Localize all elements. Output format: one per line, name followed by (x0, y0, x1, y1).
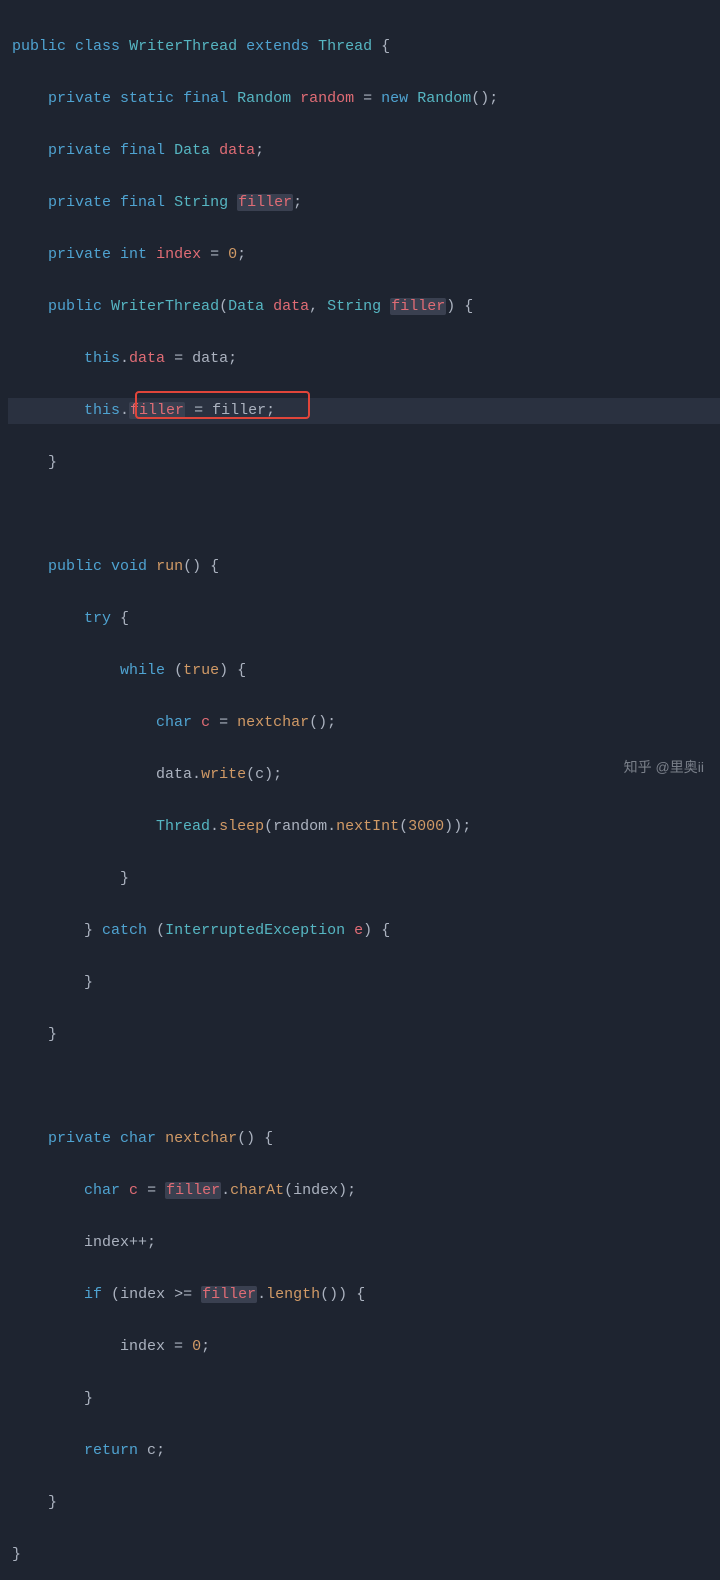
code-line (8, 1074, 720, 1100)
code-line: private int index = 0; (8, 242, 720, 268)
code-line: } (8, 866, 720, 892)
code-line: public class WriterThread extends Thread… (8, 34, 720, 60)
code-line: public WriterThread(Data data, String fi… (8, 294, 720, 320)
code-line: public void run() { (8, 554, 720, 580)
code-line: } (8, 1490, 720, 1516)
code-line: index = 0; (8, 1334, 720, 1360)
code-line (8, 502, 720, 528)
code-line: } (8, 1022, 720, 1048)
code-line: } (8, 1542, 720, 1568)
code-line: index++; (8, 1230, 720, 1256)
code-line: while (true) { (8, 658, 720, 684)
code-line: char c = filler.charAt(index); (8, 1178, 720, 1204)
code-line: private final String filler; (8, 190, 720, 216)
code-line: private static final Random random = new… (8, 86, 720, 112)
code-line: try { (8, 606, 720, 632)
code-line: } catch (InterruptedException e) { (8, 918, 720, 944)
code-line: } (8, 970, 720, 996)
code-editor[interactable]: public class WriterThread extends Thread… (0, 0, 720, 1580)
code-line: private final Data data; (8, 138, 720, 164)
code-line: char c = nextchar(); (8, 710, 720, 736)
code-line: private char nextchar() { (8, 1126, 720, 1152)
code-line: data.write(c); (8, 762, 720, 788)
code-line: Thread.sleep(random.nextInt(3000)); (8, 814, 720, 840)
code-line: return c; (8, 1438, 720, 1464)
code-line: } (8, 1386, 720, 1412)
code-line-active: this.filler = filler; (8, 398, 720, 424)
watermark: 知乎 @里奥ii (624, 754, 704, 780)
code-line: } (8, 450, 720, 476)
code-line: if (index >= filler.length()) { (8, 1282, 720, 1308)
code-line: this.data = data; (8, 346, 720, 372)
